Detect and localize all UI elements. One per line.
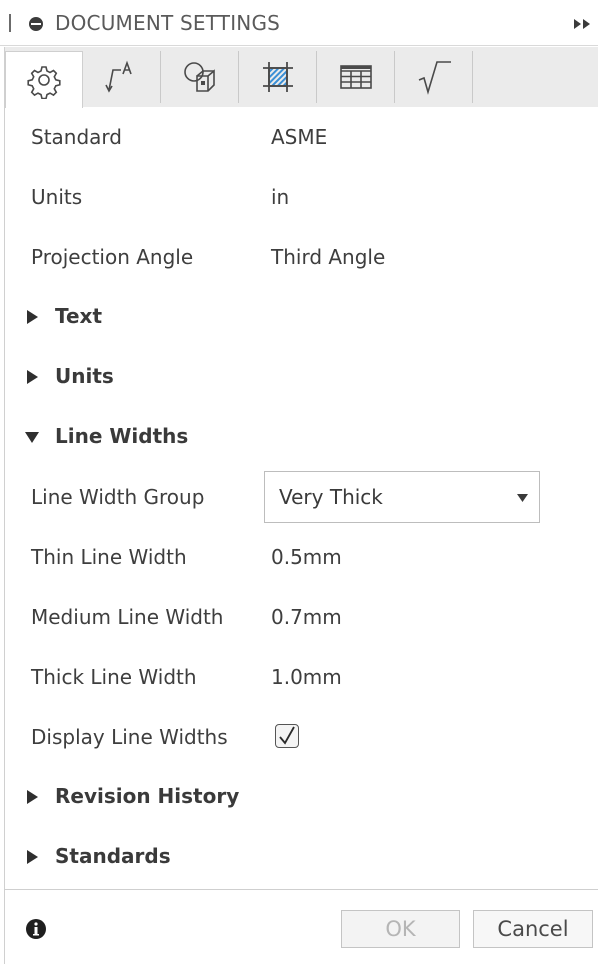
tab-general[interactable] <box>5 51 83 108</box>
collapsed-arrow-icon[interactable] <box>25 309 39 325</box>
tab-strip <box>4 47 598 108</box>
section-text[interactable]: Text <box>5 287 598 347</box>
tab-hatch[interactable] <box>239 51 317 103</box>
table-icon <box>339 65 372 89</box>
projection-angle-label: Projection Angle <box>31 245 194 269</box>
standard-label: Standard <box>31 125 122 149</box>
expand-icon[interactable] <box>573 18 593 30</box>
standard-row: Standard ASME <box>5 107 598 167</box>
tab-square-root[interactable] <box>395 51 473 103</box>
settings-content: Standard ASME Units in Projection Angle … <box>4 107 598 889</box>
section-units-label[interactable]: Units <box>55 364 114 388</box>
standard-value[interactable]: ASME <box>271 125 327 149</box>
display-line-widths-label: Display Line Widths <box>31 725 228 749</box>
line-width-group-row: Line Width Group Very Thick <box>5 467 598 527</box>
units-value[interactable]: in <box>271 185 289 209</box>
panel-footer: OK Cancel <box>4 889 598 964</box>
checkmark-icon <box>279 726 295 745</box>
collapsed-arrow-icon[interactable] <box>25 849 39 865</box>
units-label: Units <box>31 185 83 209</box>
view-projection-icon <box>183 62 215 92</box>
line-width-group-value: Very Thick <box>279 485 383 509</box>
thin-line-width-label: Thin Line Width <box>31 545 187 569</box>
display-line-widths-row: Display Line Widths <box>5 707 598 767</box>
thin-line-width-row: Thin Line Width 0.5mm <box>5 527 598 587</box>
grip-icon[interactable] <box>9 14 11 32</box>
medium-line-width-row: Medium Line Width 0.7mm <box>5 587 598 647</box>
section-revision-history-label[interactable]: Revision History <box>55 784 239 808</box>
collapsed-arrow-icon[interactable] <box>25 789 39 805</box>
text-dimension-icon <box>104 60 132 93</box>
cancel-button[interactable]: Cancel <box>473 910 593 948</box>
square-root-icon <box>418 61 451 95</box>
tab-table[interactable] <box>317 51 395 103</box>
display-line-widths-checkbox[interactable] <box>275 724 299 748</box>
document-settings-panel: DOCUMENT SETTINGS Standard ASME Units in… <box>0 0 598 964</box>
panel-header: DOCUMENT SETTINGS <box>0 0 598 46</box>
section-text-label[interactable]: Text <box>55 304 102 328</box>
units-row: Units in <box>5 167 598 227</box>
tab-text-dimension[interactable] <box>83 51 161 103</box>
medium-line-width-label: Medium Line Width <box>31 605 224 629</box>
section-standards[interactable]: Standards <box>5 827 598 887</box>
chevron-down-icon <box>517 494 528 502</box>
section-standards-label[interactable]: Standards <box>55 844 171 868</box>
section-units[interactable]: Units <box>5 347 598 407</box>
line-width-group-label: Line Width Group <box>31 485 205 509</box>
expanded-arrow-icon[interactable] <box>25 429 39 445</box>
thick-line-width-value[interactable]: 1.0mm <box>271 665 342 689</box>
info-icon[interactable] <box>25 918 47 940</box>
projection-angle-row: Projection Angle Third Angle <box>5 227 598 287</box>
ok-button[interactable]: OK <box>341 910 460 948</box>
thick-line-width-row: Thick Line Width 1.0mm <box>5 647 598 707</box>
hatch-frame-icon <box>262 62 293 92</box>
record-icon[interactable] <box>28 16 44 32</box>
section-revision-history[interactable]: Revision History <box>5 767 598 827</box>
projection-angle-value[interactable]: Third Angle <box>271 245 385 269</box>
section-line-widths[interactable]: Line Widths <box>5 407 598 467</box>
panel-title: DOCUMENT SETTINGS <box>55 11 281 35</box>
medium-line-width-value[interactable]: 0.7mm <box>271 605 342 629</box>
line-width-group-select[interactable]: Very Thick <box>264 471 540 523</box>
thin-line-width-value[interactable]: 0.5mm <box>271 545 342 569</box>
tab-view-projection[interactable] <box>161 51 239 103</box>
collapsed-arrow-icon[interactable] <box>25 369 39 385</box>
section-line-widths-label[interactable]: Line Widths <box>55 424 188 448</box>
gear-icon <box>27 66 61 99</box>
thick-line-width-label: Thick Line Width <box>31 665 197 689</box>
